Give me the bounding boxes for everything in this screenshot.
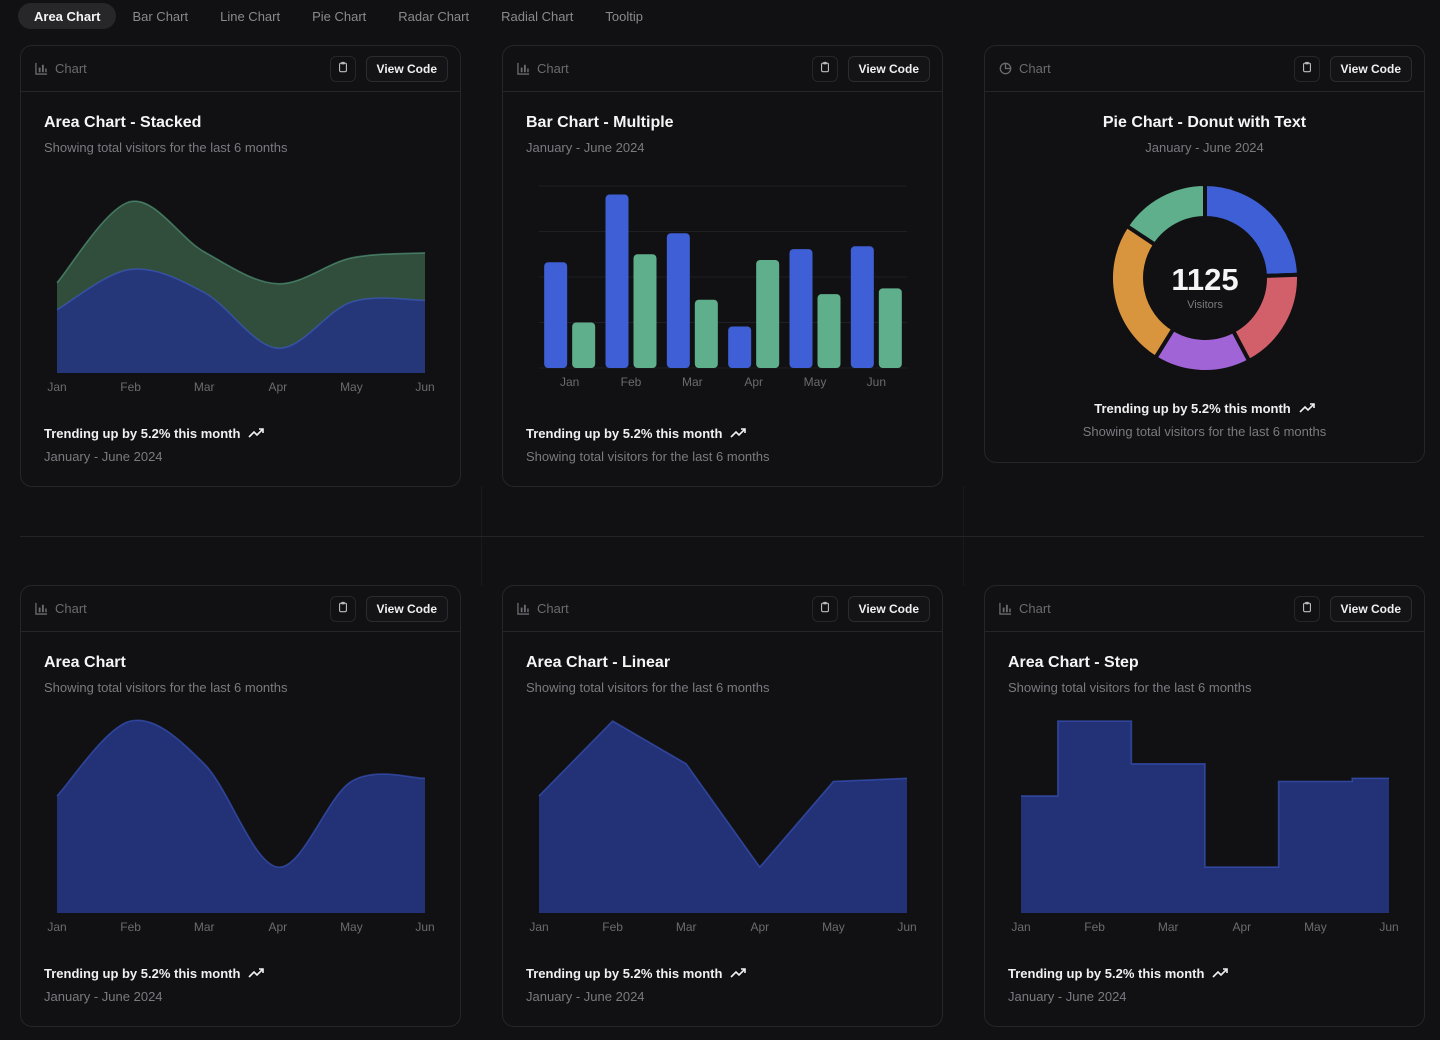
row-divider [20, 536, 1424, 537]
x-tick-label: Jan [560, 375, 579, 389]
tab-line-chart[interactable]: Line Chart [204, 3, 296, 29]
x-tick-label: Jan [47, 920, 66, 934]
trend-summary: Trending up by 5.2% this month [1008, 966, 1229, 981]
donut-center-label: Visitors [1187, 299, 1223, 311]
trending-up-icon [248, 966, 265, 981]
trend-summary: Trending up by 5.2% this month [526, 966, 747, 981]
x-tick-label: Jan [529, 920, 548, 934]
x-tick-label: Apr [750, 920, 769, 934]
trend-summary: Trending up by 5.2% this month [985, 401, 1424, 416]
chart-card: Chart View Code Bar Chart - Multiple Januar… [502, 45, 943, 487]
trend-text: Trending up by 5.2% this month [526, 966, 723, 981]
trending-up-icon [1212, 966, 1229, 981]
x-tick-label: Feb [120, 380, 141, 394]
x-tick-label: Jun [415, 920, 434, 934]
chart-card: Chart View Code Area Chart - Step Showing t… [984, 585, 1425, 1027]
x-tick-label: May [340, 380, 363, 394]
x-tick-label: Feb [602, 920, 623, 934]
bar-apr-series-0 [728, 326, 752, 368]
x-tick-label: Jun [867, 375, 886, 389]
x-tick-label: Mar [194, 920, 215, 934]
donut-slice-3 [1109, 223, 1177, 361]
x-tick-label: Apr [268, 920, 287, 934]
trend-summary: Trending up by 5.2% this month [526, 426, 747, 441]
bar-may-series-1 [817, 294, 841, 368]
bar-jun-series-0 [850, 246, 874, 368]
area-series-0 [539, 721, 907, 913]
bar-jun-series-1 [878, 288, 902, 368]
footer-caption: Showing total visitors for the last 6 mo… [526, 449, 770, 464]
x-tick-label: Apr [268, 380, 287, 394]
x-tick-label: Feb [120, 920, 141, 934]
footer-caption: January - June 2024 [44, 989, 163, 1004]
bar-feb-series-1 [633, 254, 657, 368]
chart-card: Chart View Code Area Chart - Stacked Showin… [20, 45, 461, 487]
trend-text: Trending up by 5.2% this month [526, 426, 723, 441]
chart-canvas: Jan Feb Mar Apr May Jun [47, 719, 435, 934]
trend-summary: Trending up by 5.2% this month [44, 426, 265, 441]
x-tick-label: Jan [1011, 920, 1030, 934]
tab-tooltip[interactable]: Tooltip [589, 3, 659, 29]
x-tick-label: Jun [1379, 920, 1398, 934]
chart-card: Chart View Code Area Chart - Linear Showing… [502, 585, 943, 1027]
x-tick-label: Jun [415, 380, 434, 394]
trend-text: Trending up by 5.2% this month [44, 966, 241, 981]
x-tick-label: Jun [897, 920, 916, 934]
x-tick-label: May [804, 375, 827, 389]
x-tick-label: Mar [676, 920, 697, 934]
footer-caption: January - June 2024 [1008, 989, 1127, 1004]
x-tick-label: Feb [1084, 920, 1105, 934]
trending-up-icon [1299, 401, 1315, 416]
footer-caption: Showing total visitors for the last 6 mo… [1082, 424, 1327, 439]
x-tick-label: Jan [47, 380, 66, 394]
trend-text: Trending up by 5.2% this month [44, 426, 241, 441]
chart-canvas: Jan Feb Mar Apr May Jun [529, 719, 917, 934]
area-series-0 [57, 720, 425, 913]
tab-area-chart[interactable]: Area Chart [18, 3, 117, 29]
trending-up-icon [730, 966, 747, 981]
x-tick-label: Apr [1232, 920, 1251, 934]
bar-jan-series-0 [544, 262, 568, 368]
bar-jan-series-1 [572, 322, 596, 368]
chart-canvas: Jan Feb Mar Apr May Jun [539, 185, 907, 389]
chart-card: Chart View Code Pie Chart - Donut with Tex… [984, 45, 1425, 463]
trending-up-icon [730, 426, 747, 441]
trend-summary: Trending up by 5.2% this month [44, 966, 265, 981]
tab-bar-chart[interactable]: Bar Chart [116, 3, 204, 29]
trend-text: Trending up by 5.2% this month [1008, 966, 1205, 981]
bar-mar-series-0 [666, 233, 690, 368]
donut-center-value: 1125 [1171, 262, 1238, 297]
x-tick-label: Mar [682, 375, 703, 389]
x-tick-label: Apr [744, 375, 763, 389]
chart-canvas: Jan Feb Mar Apr May Jun [47, 200, 435, 394]
bar-feb-series-0 [605, 194, 629, 368]
x-tick-label: Feb [621, 375, 642, 389]
bar-apr-series-1 [756, 259, 780, 368]
chart-canvas: 1125 Visitors [1109, 181, 1302, 374]
bar-may-series-0 [789, 249, 813, 368]
footer-caption: January - June 2024 [44, 449, 163, 464]
tab-radar-chart[interactable]: Radar Chart [382, 3, 485, 29]
x-tick-label: May [340, 920, 363, 934]
chart-type-tabs: Area Chart Bar Chart Line Chart Pie Char… [18, 2, 659, 30]
trending-up-icon [248, 426, 265, 441]
tab-pie-chart[interactable]: Pie Chart [296, 3, 382, 29]
x-tick-label: Mar [1158, 920, 1179, 934]
chart-canvas: Jan Feb Mar Apr May Jun [1011, 720, 1399, 934]
footer-caption: January - June 2024 [526, 989, 645, 1004]
trend-text: Trending up by 5.2% this month [1094, 401, 1291, 416]
donut-slice-4 [1124, 181, 1207, 248]
bar-mar-series-1 [694, 299, 718, 368]
x-tick-label: May [822, 920, 845, 934]
x-tick-label: May [1304, 920, 1327, 934]
x-tick-label: Mar [194, 380, 215, 394]
tab-radial-chart[interactable]: Radial Chart [485, 3, 589, 29]
chart-card: Chart View Code Area Chart Showing total vi… [20, 585, 461, 1027]
